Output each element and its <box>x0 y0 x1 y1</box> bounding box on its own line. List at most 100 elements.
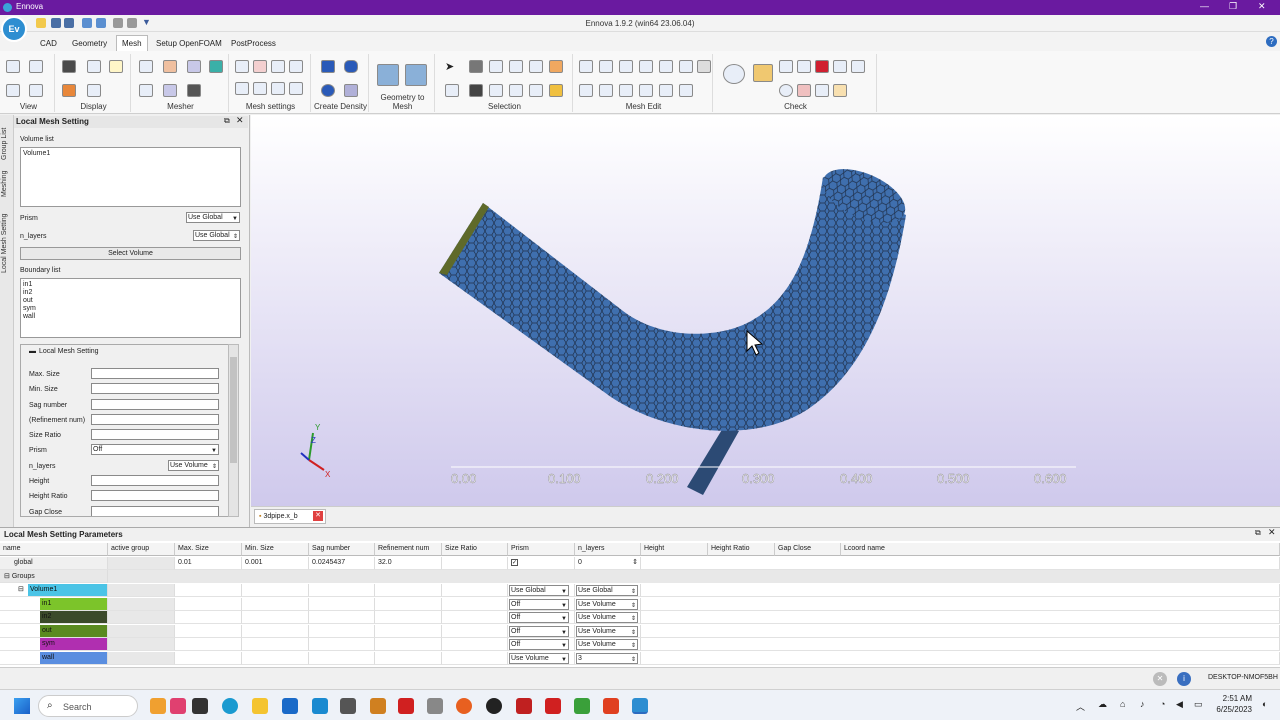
n-layers-spinner[interactable]: Use Volume ⇕ <box>576 625 638 637</box>
cell-n-layers[interactable]: 3 ⇕ <box>575 651 641 665</box>
refresh-mesh-icon[interactable] <box>209 60 223 73</box>
check-ed-icon[interactable] <box>833 60 847 73</box>
cell-select-icon[interactable] <box>529 84 543 97</box>
search-box[interactable]: ⌕ Search <box>38 695 138 717</box>
notification-icon[interactable]: ◐ <box>1262 699 1267 709</box>
mesh-convert-icon[interactable] <box>405 64 427 86</box>
cell-value[interactable] <box>375 624 442 638</box>
cell-n-layers[interactable]: Use Volume ⇕ <box>575 638 641 651</box>
tab-mesh[interactable]: Mesh <box>116 35 148 51</box>
extrude-icon[interactable] <box>679 84 693 97</box>
pipe-mesh[interactable] <box>439 158 913 495</box>
gap-close-input[interactable] <box>91 506 219 516</box>
n-layers-spinner[interactable]: Use Volume ⇕ <box>576 598 638 610</box>
clock-app-icon[interactable] <box>340 698 356 714</box>
table-row[interactable]: ⊟ Groups <box>0 570 1280 583</box>
col-height[interactable]: Height <box>641 543 708 556</box>
global-setting-icon[interactable] <box>235 60 249 73</box>
table-row[interactable]: in2 Off ▼ Use Volume ⇕ <box>0 611 1280 624</box>
cell-value[interactable] <box>242 624 309 638</box>
grid-select-icon[interactable] <box>509 60 523 73</box>
cell-value[interactable] <box>175 624 242 638</box>
max-size-input[interactable] <box>91 368 219 379</box>
panel-close-icon[interactable]: ✕ <box>236 115 244 126</box>
maps-icon[interactable] <box>486 698 502 714</box>
cell-value[interactable] <box>309 638 375 651</box>
fill-select-icon[interactable] <box>469 84 483 97</box>
cell-n-layers[interactable]: Use Volume ⇕ <box>575 624 641 638</box>
delete-icon[interactable] <box>639 84 653 97</box>
cell-value[interactable] <box>309 651 375 665</box>
col-max-size[interactable]: Max. Size <box>175 543 242 556</box>
check-face-icon[interactable] <box>779 84 793 97</box>
cell-value[interactable] <box>442 638 508 651</box>
list-item[interactable]: wall <box>23 313 35 320</box>
widgets2-icon[interactable] <box>170 698 186 714</box>
check-report-icon[interactable] <box>833 84 847 97</box>
side-tab-group-list[interactable]: Group List <box>1 128 8 160</box>
view-orient-icon[interactable] <box>29 60 43 73</box>
cell-value[interactable] <box>375 651 442 665</box>
col-refinement-num[interactable]: Refinement num <box>375 543 442 556</box>
grid-display-icon[interactable] <box>87 84 101 97</box>
store-icon[interactable] <box>282 698 298 714</box>
reorient-icon[interactable] <box>659 84 673 97</box>
cell-value[interactable] <box>242 651 309 665</box>
cell-value[interactable] <box>175 651 242 665</box>
edge-icon[interactable] <box>222 698 238 714</box>
mesh-display-icon[interactable] <box>87 60 101 73</box>
size-ratio-input[interactable] <box>91 429 219 440</box>
col-prism[interactable]: Prism <box>508 543 575 556</box>
float-icon[interactable]: ⧉ <box>1255 528 1261 538</box>
cell-active-group[interactable] <box>108 611 175 624</box>
collapse-icon[interactable]: ⊟ <box>4 573 10 580</box>
table-row[interactable]: global 0.01 0.001 0.0245437 32.0 ✓ 0 ⇕ <box>0 557 1280 570</box>
setting-list-icon[interactable] <box>289 82 303 95</box>
mail-icon[interactable] <box>312 698 328 714</box>
cell-name[interactable]: ⊟ Groups <box>0 570 108 583</box>
app-logo-icon[interactable]: Ev <box>1 16 27 42</box>
cursor-select-icon[interactable]: ➤ <box>445 60 454 73</box>
flash-icon[interactable] <box>398 698 414 714</box>
prism-select[interactable]: Use Volume ▼ <box>509 652 569 664</box>
acrobat-icon[interactable] <box>545 698 561 714</box>
cell-refinement-num[interactable]: 32.0 <box>375 557 442 570</box>
fill-hole-icon[interactable] <box>579 84 593 97</box>
col-gap-close[interactable]: Gap Close <box>775 543 841 556</box>
node-select-icon[interactable] <box>509 84 523 97</box>
tab-setup-openfoam[interactable]: Setup OpenFOAM <box>151 37 227 50</box>
cell-name[interactable]: sym <box>0 638 108 651</box>
close-icon[interactable]: ✕ <box>1258 1 1266 12</box>
cell-active-group[interactable] <box>108 584 175 597</box>
cell-value[interactable] <box>309 597 375 611</box>
cell-active-group[interactable] <box>108 651 175 665</box>
col-height-ratio[interactable]: Height Ratio <box>708 543 775 556</box>
curve-setting-icon[interactable] <box>271 60 285 73</box>
cell-active-group[interactable] <box>108 638 175 651</box>
rect-select-icon[interactable] <box>445 84 459 97</box>
refinement-num-input[interactable] <box>91 414 219 425</box>
clip-icon[interactable] <box>62 84 76 97</box>
n-layers-spinner[interactable]: Use Global ⇕ <box>576 585 638 596</box>
light-icon[interactable] <box>109 60 123 73</box>
n-layers-spinner[interactable]: 3 ⇕ <box>576 652 638 664</box>
group-name[interactable]: sym <box>40 638 107 650</box>
side-tab-meshing[interactable]: Meshing <box>1 171 8 197</box>
cell-value[interactable] <box>375 584 442 597</box>
box-density-icon[interactable] <box>321 60 335 73</box>
collapse-icon[interactable] <box>599 84 613 97</box>
cell-value[interactable] <box>242 597 309 611</box>
cell-name[interactable]: in1 <box>0 597 108 611</box>
boundary-list[interactable]: in1 in2 out sym wall <box>20 278 241 338</box>
smooth-icon[interactable] <box>639 60 653 73</box>
element-select-icon[interactable] <box>529 60 543 73</box>
spinner-icon[interactable]: ⇕ <box>632 558 638 566</box>
col-sag-number[interactable]: Sag number <box>309 543 375 556</box>
edit-icon[interactable] <box>679 60 693 73</box>
n-layers-spinner[interactable]: Use Volume ⇕ <box>576 612 638 623</box>
panel-close-icon[interactable]: ✕ <box>1268 527 1276 538</box>
surface-mesher-icon[interactable] <box>139 60 153 73</box>
cell-value[interactable] <box>442 611 508 624</box>
microphone-icon[interactable]: ♪ <box>1140 699 1145 709</box>
col-n-layers[interactable]: n_layers <box>575 543 641 556</box>
